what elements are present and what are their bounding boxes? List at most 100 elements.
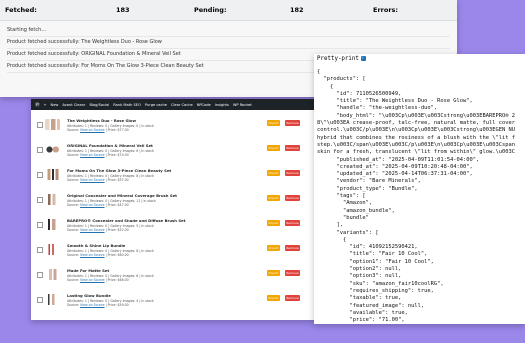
- product-row: Made For Matte Set Attributes: 1 | Revie…: [31, 267, 315, 293]
- product-title: Lasting Glow Bundle: [67, 293, 111, 298]
- json-line: "sku": "amazon_fair10coolRG",: [317, 280, 444, 287]
- product-thumbnail: [45, 144, 60, 155]
- admin-toolbar: Ⓦ + New Avant Cleanr Blog/Social Rank Ma…: [31, 99, 315, 110]
- pretty-print-toggle[interactable]: Pretty-print: [317, 55, 366, 62]
- wp-admin-window: Ⓦ + New Avant Cleanr Blog/Social Rank Ma…: [31, 99, 315, 320]
- json-line: "title": "The Weightless Duo - Rose Glow…: [317, 98, 473, 105]
- product-source[interactable]: Source: View on Source | Price: $52.00: [67, 228, 129, 232]
- json-line: "taxable": true,: [317, 295, 402, 302]
- row-checkbox[interactable]: [37, 272, 43, 278]
- toolbar-item-npcode[interactable]: NPCode: [197, 103, 211, 107]
- remove-button[interactable]: Remove: [285, 120, 300, 126]
- product-title: The Weightless Duo - Rose Glow: [67, 118, 136, 123]
- remove-button[interactable]: Remove: [285, 245, 300, 251]
- toolbar-item-clear[interactable]: Clear Cache: [171, 103, 193, 107]
- json-line: "updated_at": "2025-04-14T06:37:31-04:00…: [317, 171, 473, 178]
- row-checkbox[interactable]: [37, 297, 43, 303]
- product-source[interactable]: Source: View on Source | Price: $59.00: [67, 303, 129, 307]
- product-title: Made For Matte Set: [67, 268, 110, 273]
- product-source[interactable]: Source: View on Source | Price: $57.00: [67, 178, 129, 182]
- import-button[interactable]: Import: [267, 220, 280, 226]
- json-line: "tags": [: [317, 193, 366, 200]
- view-source-link[interactable]: View on Source: [80, 278, 105, 282]
- fetched-count: 183: [116, 6, 130, 14]
- json-line: skin for a fresh, translucent \"lit from…: [317, 149, 515, 156]
- json-line: "id": 41092152590421,: [317, 244, 418, 251]
- view-source-link[interactable]: View on Source: [80, 178, 105, 182]
- row-checkbox[interactable]: [37, 122, 43, 128]
- import-button[interactable]: Import: [267, 245, 280, 251]
- remove-button[interactable]: Remove: [285, 295, 300, 301]
- product-thumbnail: [45, 119, 60, 130]
- remove-button[interactable]: Remove: [285, 170, 300, 176]
- json-line: "variants": [: [317, 229, 379, 236]
- product-source[interactable]: Source: View on Source | Price: $74.00: [67, 153, 129, 157]
- view-source-link[interactable]: View on Source: [80, 203, 105, 207]
- json-content: { "products": [ { "id": 7110526500949, "…: [317, 69, 515, 324]
- toolbar-item-rankmath[interactable]: Rank Math SEO: [113, 103, 141, 107]
- json-line: "handle": "the-weightless-duo",: [317, 105, 438, 112]
- product-source[interactable]: Source: View on Source | Price: $47.00: [67, 203, 129, 207]
- product-thumbnail: [45, 269, 60, 280]
- product-thumbnail: [45, 244, 60, 255]
- product-row: The Weightless Duo - Rose Glow Attribute…: [31, 117, 315, 143]
- json-line: "amazon_bundle",: [317, 207, 395, 214]
- product-source[interactable]: Source: View on Source | Price: $60.00: [67, 253, 129, 257]
- remove-button[interactable]: Remove: [285, 195, 300, 201]
- import-button[interactable]: Import: [267, 120, 280, 126]
- product-row: Original Concealer and Mineral Coverage …: [31, 192, 315, 218]
- import-button[interactable]: Import: [267, 195, 280, 201]
- view-source-link[interactable]: View on Source: [80, 153, 105, 157]
- json-line: "Amazon",: [317, 200, 373, 207]
- product-thumbnail: [45, 194, 60, 205]
- checkbox-checked-icon[interactable]: [360, 55, 366, 61]
- log-line: Starting fetch...: [7, 25, 450, 37]
- row-checkbox[interactable]: [37, 172, 43, 178]
- remove-button[interactable]: Remove: [285, 220, 300, 226]
- toolbar-item-rocket[interactable]: WP Rocket: [233, 103, 252, 107]
- product-title: Smooth & Shine Lip Bundle: [67, 243, 126, 248]
- json-line: control.\u003C/p\u003E\n\u003Cp\u003E\u0…: [317, 127, 515, 134]
- json-line: "body_html": "\u003Cp\u003E\u003Cstrong\…: [317, 112, 515, 119]
- json-line: "id": 7110526500949,: [317, 90, 402, 97]
- remove-button[interactable]: Remove: [285, 145, 300, 151]
- toolbar-item-blog[interactable]: Blog/Social: [89, 103, 109, 107]
- product-row: BAREPRO® Concealer and Shade and Diffuse…: [31, 217, 315, 243]
- view-source-link[interactable]: View on Source: [80, 303, 105, 307]
- json-line: "created_at": "2025-04-09T10:20:48-04:00…: [317, 163, 473, 170]
- row-checkbox[interactable]: [37, 147, 43, 153]
- import-button[interactable]: Import: [267, 270, 280, 276]
- json-line: hybrid that combines the rosiness of a b…: [317, 134, 515, 141]
- json-line: "products": [: [317, 76, 366, 83]
- row-checkbox[interactable]: [37, 247, 43, 253]
- product-row: For Moms On The Glow 3-Piece Clean Beaut…: [31, 167, 315, 193]
- product-source[interactable]: Source: View on Source | Price: $68.00: [67, 278, 129, 282]
- import-button[interactable]: Import: [267, 145, 280, 151]
- pretty-print-label: Pretty-print: [317, 56, 359, 62]
- toolbar-item-avant[interactable]: Avant Cleanr: [62, 103, 85, 107]
- status-header: Fetched: 183 Pending: 182 Errors:: [0, 0, 457, 21]
- view-source-link[interactable]: View on Source: [80, 228, 105, 232]
- toolbar-item-insights[interactable]: Insights: [215, 103, 229, 107]
- product-title: ORIGINAL Foundation & Mineral Veil Set: [67, 143, 153, 148]
- remove-button[interactable]: Remove: [285, 270, 300, 276]
- product-source[interactable]: Source: View on Source | Price: $77.00: [67, 128, 129, 132]
- wordpress-icon[interactable]: Ⓦ: [35, 102, 40, 108]
- import-button[interactable]: Import: [267, 170, 280, 176]
- toolbar-item-purge[interactable]: Purge cache: [145, 103, 167, 107]
- json-line: "title": "Fair 10 Cool",: [317, 251, 428, 258]
- json-line: "option2": null,: [317, 266, 402, 273]
- product-row: ORIGINAL Foundation & Mineral Veil Set A…: [31, 142, 315, 168]
- product-row: Smooth & Shine Lip Bundle Attributes: 1 …: [31, 242, 315, 268]
- row-checkbox[interactable]: [37, 197, 43, 203]
- row-checkbox[interactable]: [37, 222, 43, 228]
- view-source-link[interactable]: View on Source: [80, 253, 105, 257]
- toolbar-item-add[interactable]: +: [44, 103, 47, 107]
- toolbar-item-new[interactable]: New: [51, 103, 59, 107]
- view-source-link[interactable]: View on Source: [80, 128, 105, 132]
- json-line: ],: [317, 222, 343, 229]
- product-title: For Moms On The Glow 3-Piece Clean Beaut…: [67, 168, 172, 173]
- json-line: 8\"\u003EA crease-proof, talc-free, natu…: [317, 120, 515, 127]
- import-button[interactable]: Import: [267, 295, 280, 301]
- json-line: "option1": "Fair 10 Cool",: [317, 258, 434, 265]
